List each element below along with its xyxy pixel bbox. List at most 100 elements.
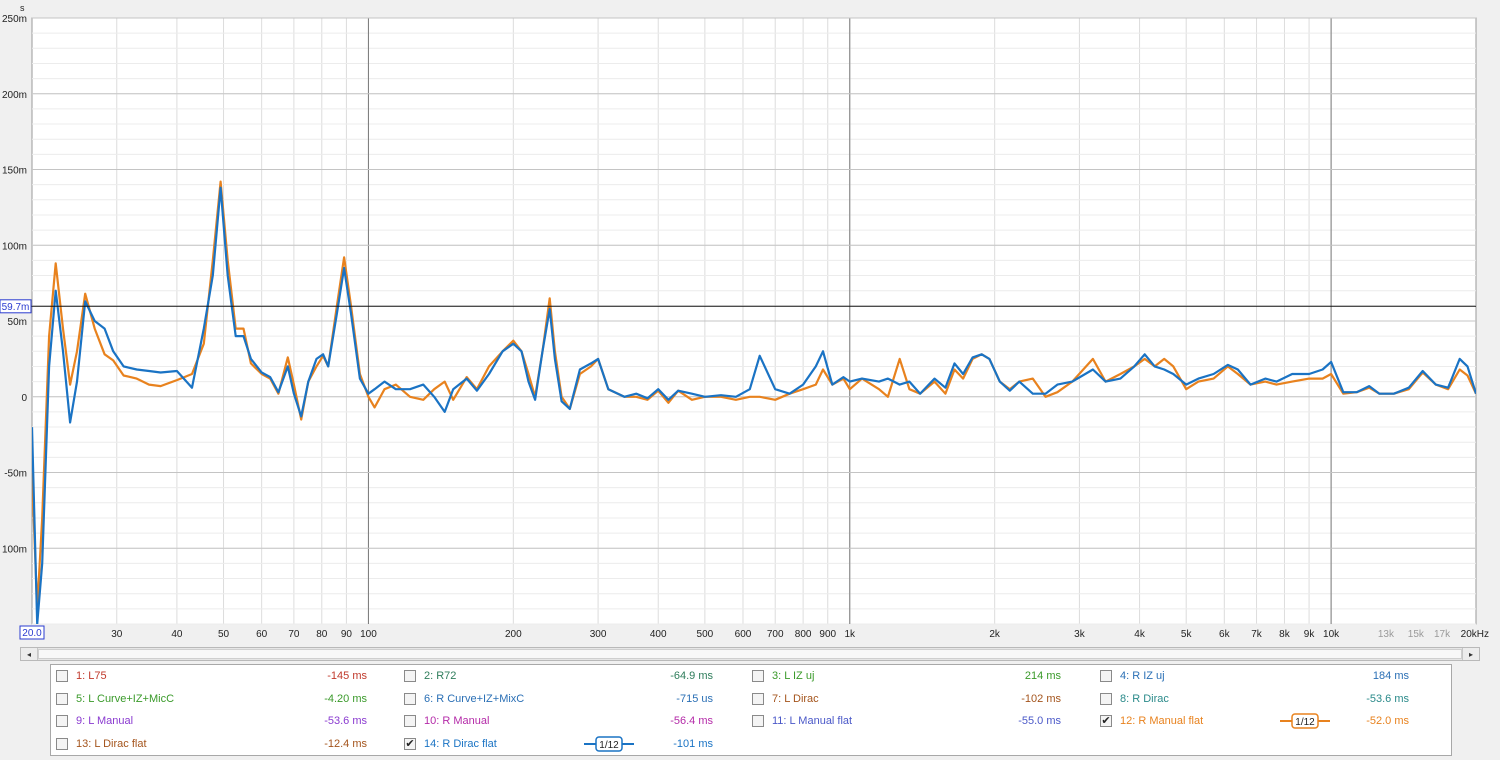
x-tick-label: 13k — [1378, 629, 1395, 640]
scroll-right-arrow-icon[interactable]: ▸ — [1462, 648, 1479, 660]
checkbox-unchecked-icon[interactable] — [752, 715, 764, 727]
smoothing-badge-icon[interactable]: 1/12 — [584, 735, 634, 753]
legend-item[interactable]: ✔ 12: R Manual flat 1/12 -52.0 ms — [1095, 711, 1409, 733]
x-tick-label: 9k — [1304, 629, 1316, 640]
horizontal-scrollbar[interactable]: ◂ ▸ — [20, 647, 1480, 661]
legend-item-label: 2: R72 — [424, 670, 457, 682]
x-tick-label: 4k — [1134, 629, 1146, 640]
x-start-marker: 20.0 — [19, 625, 45, 640]
checkbox-unchecked-icon[interactable] — [56, 737, 68, 750]
legend-item[interactable]: 4: R IZ uj 184 ms — [1095, 666, 1409, 688]
x-tick-label: 70 — [288, 629, 300, 640]
x-tick-label: 80 — [316, 629, 328, 640]
y-unit-label: s — [20, 3, 25, 13]
x-tick-label: 400 — [650, 629, 667, 640]
x-tick-label: 20.0 — [22, 628, 42, 639]
y-tick-label: 150m — [2, 166, 27, 177]
legend-item-label: 4: R IZ uj — [1120, 670, 1165, 682]
legend-item-label: 8: R Dirac — [1120, 692, 1169, 705]
legend-item[interactable]: 9: L Manual -53.6 ms — [51, 711, 367, 733]
legend-item-value: -55.0 ms — [1018, 715, 1061, 727]
x-tick-label: 6k — [1219, 629, 1231, 640]
legend-item[interactable]: 11: L Manual flat -55.0 ms — [747, 711, 1061, 733]
checkbox-checked-icon[interactable]: ✔ — [1100, 715, 1112, 727]
x-tick-label: 700 — [767, 629, 784, 640]
smoothing-label: 1/12 — [599, 740, 619, 751]
x-tick-label: 60 — [256, 629, 268, 640]
checkbox-unchecked-icon[interactable] — [1100, 692, 1112, 705]
checkbox-unchecked-icon[interactable] — [56, 692, 68, 705]
legend-item-value: -56.4 ms — [670, 715, 713, 727]
checkbox-unchecked-icon[interactable] — [56, 670, 68, 682]
smoothing-badge-icon[interactable]: 1/12 — [1280, 712, 1330, 730]
x-tick-label: 600 — [735, 629, 752, 640]
scroll-left-arrow-icon[interactable]: ◂ — [21, 648, 38, 660]
legend-item-value: -53.6 ms — [1366, 692, 1409, 705]
smoothing-label: 1/12 — [1295, 717, 1315, 728]
x-tick-label: 900 — [819, 629, 836, 640]
legend-item[interactable]: 8: R Dirac -53.6 ms — [1095, 689, 1409, 711]
legend-item-value: -52.0 ms — [1366, 715, 1409, 727]
legend-item-label: 12: R Manual flat — [1120, 715, 1204, 727]
legend-item-label: 5: L Curve+IZ+MicC — [76, 692, 175, 705]
x-tick-label: 20kHz — [1461, 629, 1489, 640]
checkbox-unchecked-icon[interactable] — [752, 692, 764, 705]
x-tick-label: 800 — [795, 629, 812, 640]
legend-item-value: -12.4 ms — [324, 737, 367, 750]
y-tick-label: 0 — [21, 393, 27, 404]
legend-item[interactable]: 10: R Manual -56.4 ms — [399, 711, 713, 733]
x-tick-label: 7k — [1251, 629, 1263, 640]
chart-svg[interactable]: s250m 200m 150m 100m 50m 0 -50m 100m 20.0 30 40 50 6… — [0, 0, 1500, 645]
legend-item-label: 14: R Dirac flat — [424, 737, 497, 750]
legend-item-label: 1: L75 — [76, 670, 107, 682]
legend-item-label: 9: L Manual — [76, 715, 134, 727]
y-tick-label: 250m — [2, 14, 27, 25]
legend-item[interactable]: 2: R72 -64.9 ms — [399, 666, 713, 688]
y-tick-label: 50m — [8, 317, 27, 328]
legend-item[interactable]: 6: R Curve+IZ+MixC -715 us — [399, 689, 713, 711]
legend-item-label: 11: L Manual flat — [772, 715, 853, 727]
y-tick-label: 100m — [2, 544, 27, 555]
legend-item-value: -101 ms — [673, 737, 713, 750]
legend-item[interactable]: 5: L Curve+IZ+MicC -4.20 ms — [51, 689, 367, 711]
legend-item[interactable]: 3: L IZ uj 214 ms — [747, 666, 1061, 688]
checkbox-unchecked-icon[interactable] — [404, 670, 416, 682]
legend-item-value: -4.20 ms — [324, 692, 367, 705]
group-delay-chart[interactable]: s 250m 200m 150m 100m 50m 0 -50m 100m 20.0 30 40 50 6… — [0, 0, 1500, 645]
x-tick-label: 90 — [341, 629, 353, 640]
legend-item-label: 13: L Dirac flat — [76, 737, 147, 750]
legend-item[interactable]: 1: L75 -145 ms — [51, 666, 367, 688]
legend-item-label: 3: L IZ uj — [772, 670, 815, 682]
checkbox-unchecked-icon[interactable] — [404, 692, 416, 705]
checkbox-unchecked-icon[interactable] — [1100, 670, 1112, 682]
x-tick-label: 100 — [360, 629, 377, 640]
legend-item-value: 214 ms — [1024, 670, 1061, 682]
x-tick-label: 3k — [1074, 629, 1086, 640]
legend-item-value: 184 ms — [1372, 670, 1409, 682]
x-tick-label: 50 — [218, 629, 230, 640]
checkbox-unchecked-icon[interactable] — [404, 715, 416, 727]
legend-item[interactable]: 7: L Dirac -102 ms — [747, 689, 1061, 711]
checkbox-unchecked-icon[interactable] — [752, 670, 764, 682]
x-tick-label: 10k — [1323, 629, 1340, 640]
legend-item-label: 6: R Curve+IZ+MixC — [424, 692, 525, 705]
checkbox-unchecked-icon[interactable] — [56, 715, 68, 727]
y-tick-label: -50m — [4, 469, 27, 480]
legend-item[interactable]: ✔ 14: R Dirac flat 1/12 -101 ms — [399, 734, 713, 756]
legend-item-label: 7: L Dirac — [772, 692, 819, 705]
x-tick-label: 1k — [844, 629, 856, 640]
x-tick-label: 300 — [590, 629, 607, 640]
x-tick-label: 5k — [1181, 629, 1193, 640]
legend-item-value: -145 ms — [327, 670, 367, 682]
x-tick-label: 8k — [1279, 629, 1291, 640]
checkbox-checked-icon[interactable]: ✔ — [404, 737, 416, 750]
legend-item[interactable]: 13: L Dirac flat -12.4 ms — [51, 734, 367, 756]
scroll-thumb[interactable] — [38, 649, 1462, 659]
x-tick-label: 500 — [697, 629, 714, 640]
legend-item-value: -715 us — [676, 692, 713, 705]
y-tick-label: 100m — [2, 241, 27, 252]
legend-item-value: -102 ms — [1021, 692, 1061, 705]
legend-item-value: -53.6 ms — [324, 715, 367, 727]
y-tick-label: 200m — [2, 90, 27, 101]
legend-item-label: 10: R Manual — [424, 715, 490, 727]
